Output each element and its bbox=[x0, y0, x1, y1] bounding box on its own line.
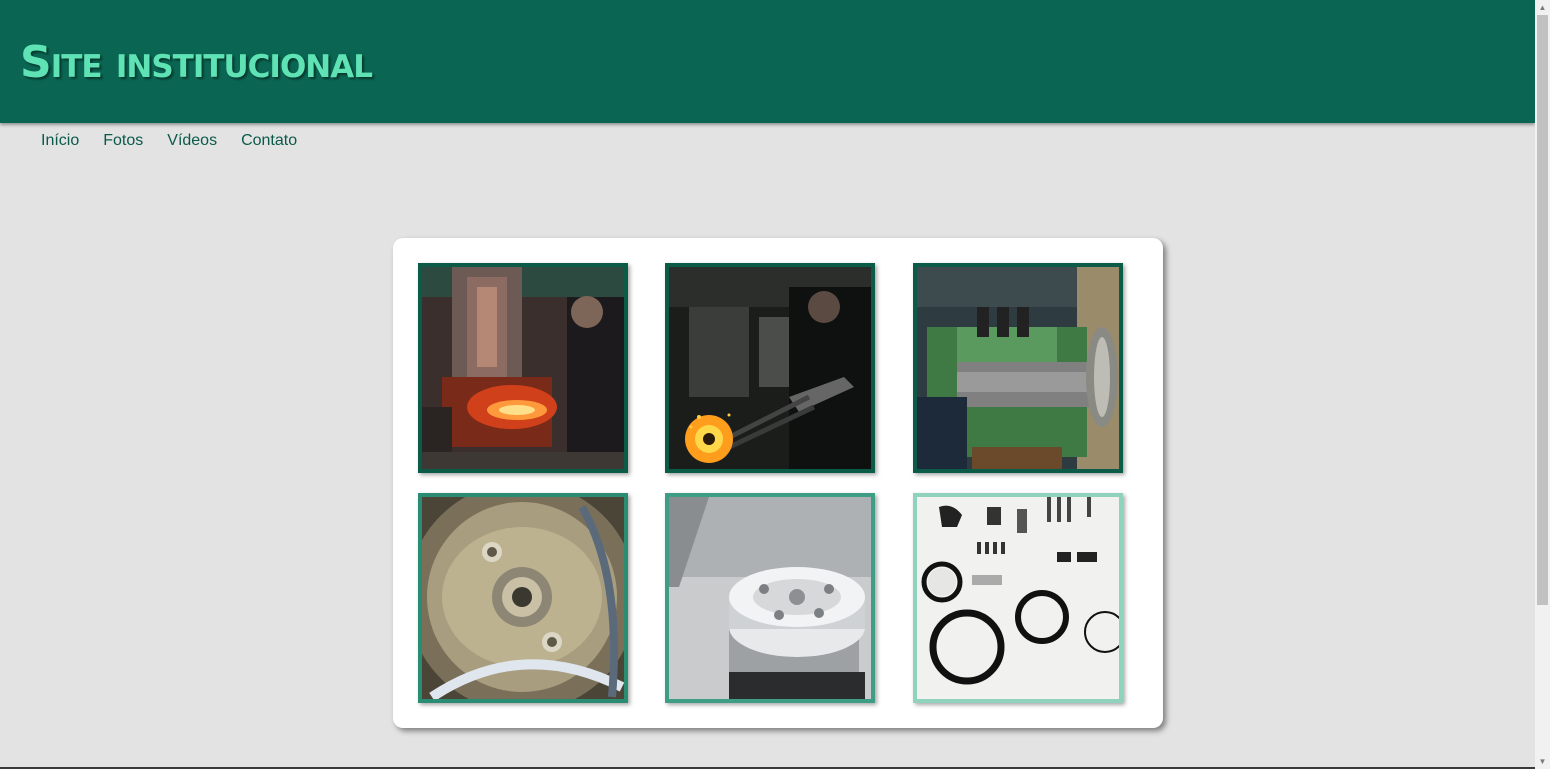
gallery-photo-forging[interactable] bbox=[418, 263, 628, 473]
gallery-photo-lathe[interactable] bbox=[913, 263, 1123, 473]
scroll-up-arrow-icon[interactable]: ▲ bbox=[1535, 0, 1550, 15]
forging-hot-metal-photo bbox=[422, 267, 624, 469]
gallery-photo-parts[interactable] bbox=[913, 493, 1123, 703]
gallery-photo-spindle[interactable] bbox=[665, 493, 875, 703]
nav-link-fotos[interactable]: Fotos bbox=[103, 131, 143, 151]
metal-bearing-closeup-photo bbox=[422, 497, 624, 699]
scrollbar-thumb[interactable] bbox=[1537, 15, 1548, 605]
gallery-photo-glowing-ring[interactable] bbox=[665, 263, 875, 473]
photo-gallery bbox=[393, 238, 1163, 728]
nav-link-inicio[interactable]: Início bbox=[41, 131, 79, 151]
glowing-ring-tongs-photo bbox=[669, 267, 871, 469]
nav-link-contato[interactable]: Contato bbox=[241, 131, 297, 151]
vertical-scrollbar[interactable]: ▲ ▼ bbox=[1535, 0, 1550, 769]
page: Site institucional Início Fotos Vídeos C… bbox=[0, 0, 1535, 769]
scroll-down-arrow-icon[interactable]: ▼ bbox=[1535, 754, 1550, 769]
nav-link-videos[interactable]: Vídeos bbox=[167, 131, 217, 151]
hard-drive-spindle-photo bbox=[669, 497, 871, 699]
lathe-machining-photo bbox=[917, 267, 1119, 469]
main-nav: Início Fotos Vídeos Contato bbox=[41, 131, 321, 151]
rings-and-small-parts-photo bbox=[917, 497, 1119, 699]
site-title: Site institucional bbox=[20, 37, 373, 88]
gallery-photo-bearing[interactable] bbox=[418, 493, 628, 703]
site-header: Site institucional bbox=[0, 0, 1535, 123]
